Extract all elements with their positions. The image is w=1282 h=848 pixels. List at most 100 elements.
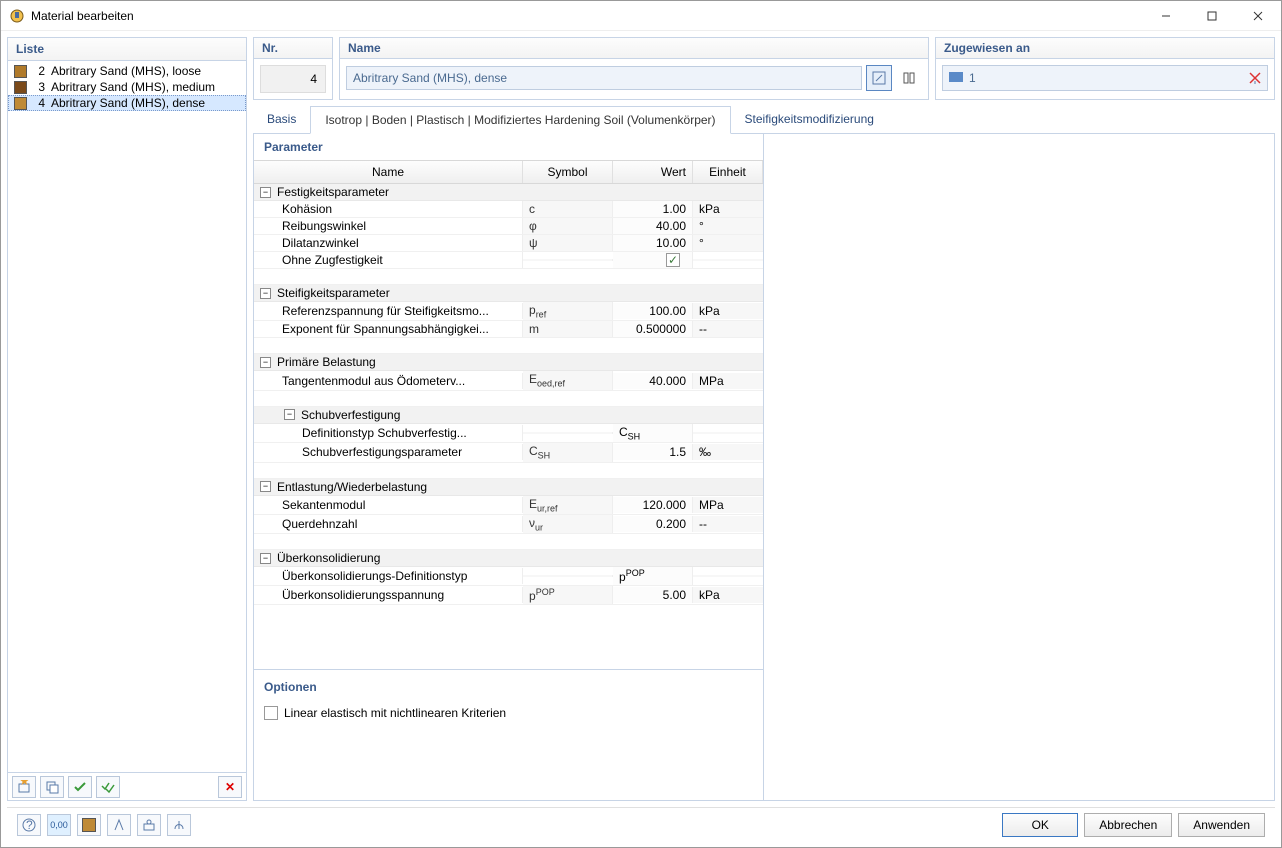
tool-button-1[interactable]	[107, 814, 131, 836]
param-unit: °	[693, 218, 763, 234]
param-value[interactable]: 0.200	[613, 516, 693, 532]
material-list[interactable]: 2Abritrary Sand (MHS), loose3Abritrary S…	[8, 61, 246, 772]
param-value[interactable]: pPOP	[613, 567, 693, 585]
param-symbol: c	[523, 201, 613, 217]
list-item[interactable]: 2 Abritrary Sand (MHS), loose	[8, 63, 246, 79]
group-strength[interactable]: −Festigkeitsparameter	[254, 184, 763, 201]
checkbox-unchecked-icon[interactable]	[264, 706, 278, 720]
material-name-input[interactable]: Abritrary Sand (MHS), dense	[346, 66, 862, 90]
library-button[interactable]	[896, 65, 922, 91]
param-value[interactable]: CSH	[613, 424, 693, 442]
group-stiffness[interactable]: −Steifigkeitsparameter	[254, 285, 763, 302]
list-item-number: 2	[33, 64, 45, 78]
param-name: Ohne Zugfestigkeit	[254, 252, 523, 268]
row-eoed[interactable]: Tangentenmodul aus Ödometerv...Eoed,ref4…	[254, 371, 763, 390]
param-unit: ‰	[693, 444, 763, 460]
titlebar: Material bearbeiten	[1, 1, 1281, 31]
param-name: Sekantenmodul	[254, 497, 523, 513]
options-title: Optionen	[264, 674, 753, 700]
row-friction[interactable]: Reibungswinkelφ40.00°	[254, 218, 763, 235]
param-value[interactable]: ✓	[613, 252, 693, 268]
list-item-label: Abritrary Sand (MHS), dense	[51, 96, 205, 110]
maximize-button[interactable]	[1189, 1, 1235, 31]
param-unit: kPa	[693, 201, 763, 217]
group-overconsolidation[interactable]: −Überkonsolidierung	[254, 550, 763, 567]
param-value[interactable]: 40.00	[613, 218, 693, 234]
svg-text:?: ?	[26, 818, 33, 832]
row-no-tension[interactable]: Ohne Zugfestigkeit ✓	[254, 252, 763, 269]
list-item-number: 3	[33, 80, 45, 94]
param-value[interactable]: 0.500000	[613, 321, 693, 337]
collapse-icon[interactable]: −	[260, 481, 271, 492]
param-name: Tangentenmodul aus Ödometerv...	[254, 373, 523, 389]
collapse-icon[interactable]: −	[260, 187, 271, 198]
collapse-icon[interactable]: −	[260, 288, 271, 299]
param-symbol: νur	[523, 515, 613, 533]
collapse-icon[interactable]: −	[284, 409, 295, 420]
list-item-label: Abritrary Sand (MHS), loose	[51, 64, 201, 78]
collapse-icon[interactable]: −	[260, 357, 271, 368]
color-button[interactable]	[77, 814, 101, 836]
row-eur[interactable]: SekantenmodulEur,ref120.000MPa	[254, 496, 763, 515]
option-linear-elastic[interactable]: Linear elastisch mit nichtlinearen Krite…	[264, 706, 753, 720]
copy-item-button[interactable]	[40, 776, 64, 798]
tab-model[interactable]: Isotrop | Boden | Plastisch | Modifizier…	[310, 106, 730, 134]
col-name: Name	[254, 161, 523, 183]
list-item-number: 4	[33, 96, 45, 110]
row-oc-deftype[interactable]: Überkonsolidierungs-Definitionstyp pPOP	[254, 567, 763, 586]
param-unit: MPa	[693, 373, 763, 389]
help-button[interactable]: ?	[17, 814, 41, 836]
group-shear-hardening[interactable]: −Schubverfestigung	[254, 407, 763, 424]
rename-button[interactable]	[866, 65, 892, 91]
row-csh[interactable]: SchubverfestigungsparameterCSH1.5‰	[254, 443, 763, 462]
material-swatch-icon	[14, 65, 27, 78]
param-value[interactable]: 1.5	[613, 444, 693, 460]
param-value[interactable]: 120.000	[613, 497, 693, 513]
minimize-button[interactable]	[1143, 1, 1189, 31]
list-item[interactable]: 4 Abritrary Sand (MHS), dense	[8, 95, 246, 111]
param-value[interactable]: 40.000	[613, 373, 693, 389]
param-value[interactable]: 5.00	[613, 587, 693, 603]
param-value[interactable]: 1.00	[613, 201, 693, 217]
row-cohesion[interactable]: Kohäsionc1.00kPa	[254, 201, 763, 218]
material-swatch-icon	[14, 97, 27, 110]
group-label: Überkonsolidierung	[277, 551, 380, 565]
nr-box: Nr. 4	[253, 37, 333, 100]
check-button[interactable]	[68, 776, 92, 798]
group-unloading[interactable]: −Entlastung/Wiederbelastung	[254, 479, 763, 496]
ok-button[interactable]: OK	[1002, 813, 1078, 837]
row-m[interactable]: Exponent für Spannungsabhängigkei...m0.5…	[254, 321, 763, 338]
tab-stiffness-mod[interactable]: Steifigkeitsmodifizierung	[731, 106, 888, 133]
apply-button[interactable]: Anwenden	[1178, 813, 1265, 837]
list-item[interactable]: 3Abritrary Sand (MHS), medium	[8, 79, 246, 95]
row-shear-deftype[interactable]: Definitionstyp Schubverfestig...CSH	[254, 424, 763, 443]
param-name: Reibungswinkel	[254, 218, 523, 234]
param-name: Überkonsolidierungs-Definitionstyp	[254, 568, 523, 584]
row-pref[interactable]: Referenzspannung für Steifigkeitsmo...pr…	[254, 302, 763, 321]
material-swatch-icon	[14, 81, 27, 94]
row-nuur[interactable]: Querdehnzahlνur0.200--	[254, 515, 763, 534]
group-primary-loading[interactable]: −Primäre Belastung	[254, 354, 763, 371]
row-ppop[interactable]: ÜberkonsolidierungsspannungpPOP5.00kPa	[254, 586, 763, 605]
param-unit: kPa	[693, 303, 763, 319]
collapse-icon[interactable]: −	[260, 553, 271, 564]
tool-button-2[interactable]	[137, 814, 161, 836]
new-item-button[interactable]: ★	[12, 776, 36, 798]
cancel-button[interactable]: Abbrechen	[1084, 813, 1172, 837]
delete-item-button[interactable]: ✕	[218, 776, 242, 798]
nr-header: Nr.	[254, 38, 332, 59]
assigned-value[interactable]: 1	[963, 67, 1243, 89]
close-button[interactable]	[1235, 1, 1281, 31]
param-value[interactable]: 10.00	[613, 235, 693, 251]
param-unit: --	[693, 321, 763, 337]
units-button[interactable]: 0,00	[47, 814, 71, 836]
param-value[interactable]: 100.00	[613, 303, 693, 319]
clear-assigned-button[interactable]	[1243, 66, 1267, 90]
check-all-button[interactable]	[96, 776, 120, 798]
checkbox-checked-icon[interactable]: ✓	[666, 253, 680, 267]
tool-button-3[interactable]	[167, 814, 191, 836]
tab-basis[interactable]: Basis	[253, 106, 310, 133]
param-name: Referenzspannung für Steifigkeitsmo...	[254, 303, 523, 319]
row-dilatancy[interactable]: Dilatanzwinkelψ10.00°	[254, 235, 763, 252]
tab-bar: Basis Isotrop | Boden | Plastisch | Modi…	[253, 106, 1275, 134]
